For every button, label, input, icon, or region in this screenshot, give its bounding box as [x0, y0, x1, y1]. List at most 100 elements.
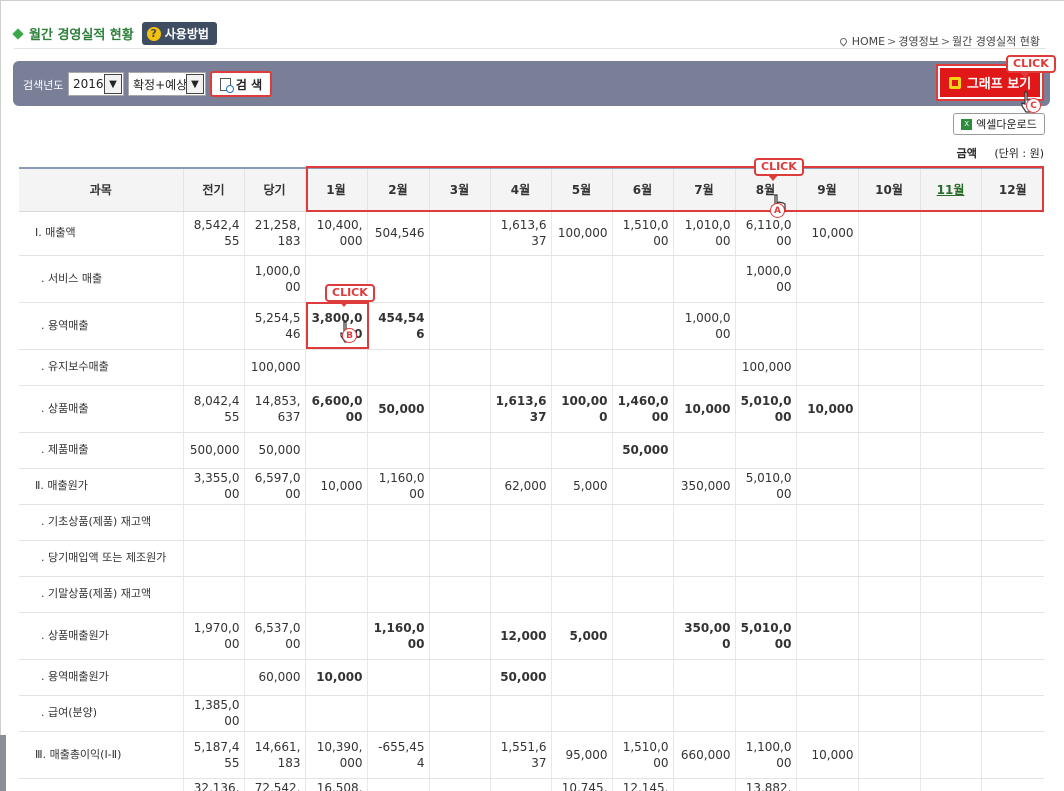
- table-cell[interactable]: 1,510,000: [611, 211, 673, 256]
- table-cell[interactable]: 16,508,66: [304, 778, 367, 791]
- table-cell[interactable]: [795, 349, 858, 386]
- table-cell[interactable]: [857, 302, 920, 350]
- table-cell[interactable]: [366, 349, 429, 386]
- table-cell[interactable]: [919, 468, 981, 505]
- table-cell[interactable]: 50,000: [611, 432, 673, 469]
- table-cell[interactable]: [795, 468, 858, 505]
- table-cell[interactable]: [919, 432, 981, 469]
- table-cell[interactable]: [672, 576, 735, 613]
- table-cell[interactable]: [550, 695, 612, 732]
- table-cell[interactable]: [919, 731, 981, 779]
- table-cell[interactable]: [734, 540, 796, 577]
- table-cell[interactable]: [304, 612, 367, 660]
- table-cell[interactable]: [428, 778, 490, 791]
- table-cell[interactable]: 10,745,11: [550, 778, 612, 791]
- table-cell[interactable]: [489, 302, 551, 350]
- table-cell[interactable]: 1,010,000: [672, 211, 735, 256]
- table-cell[interactable]: 350,000: [672, 468, 735, 505]
- table-cell[interactable]: [428, 302, 490, 350]
- table-cell[interactable]: [857, 612, 920, 660]
- table-cell[interactable]: [550, 504, 612, 541]
- table-cell[interactable]: [304, 432, 367, 469]
- table-cell[interactable]: [857, 695, 920, 732]
- header-month-11[interactable]: 11월: [919, 167, 981, 212]
- table-cell[interactable]: [672, 540, 735, 577]
- table-cell[interactable]: 3,800,000: [304, 302, 367, 350]
- table-cell[interactable]: 1,510,000: [611, 731, 673, 779]
- table-cell[interactable]: [857, 778, 920, 791]
- breadcrumb-section[interactable]: 경영정보: [898, 33, 938, 49]
- table-cell[interactable]: [795, 504, 858, 541]
- table-cell[interactable]: [919, 612, 981, 660]
- table-cell[interactable]: [428, 540, 490, 577]
- table-cell[interactable]: [304, 349, 367, 386]
- table-cell[interactable]: [795, 255, 858, 303]
- table-cell[interactable]: [857, 211, 920, 256]
- table-cell[interactable]: 100,000: [734, 349, 796, 386]
- table-cell[interactable]: [611, 540, 673, 577]
- table-cell[interactable]: 5,010,000: [734, 385, 796, 433]
- table-cell[interactable]: [428, 504, 490, 541]
- table-cell[interactable]: [428, 659, 490, 696]
- table-cell[interactable]: [550, 576, 612, 613]
- table-cell[interactable]: [795, 576, 858, 613]
- table-cell[interactable]: 100,000: [550, 211, 612, 256]
- table-cell[interactable]: [919, 211, 981, 256]
- table-cell[interactable]: [795, 302, 858, 350]
- table-cell[interactable]: 5,000: [550, 612, 612, 660]
- table-cell[interactable]: [428, 576, 490, 613]
- table-cell[interactable]: [611, 468, 673, 505]
- table-cell[interactable]: [980, 349, 1044, 386]
- table-cell[interactable]: [857, 432, 920, 469]
- table-cell[interactable]: [795, 612, 858, 660]
- table-cell[interactable]: [428, 211, 490, 256]
- table-cell[interactable]: 1,613,637: [489, 211, 551, 256]
- table-cell[interactable]: [919, 540, 981, 577]
- table-cell[interactable]: 12,000: [489, 612, 551, 660]
- table-cell[interactable]: [304, 540, 367, 577]
- table-cell[interactable]: [857, 349, 920, 386]
- header-month-1[interactable]: 1월: [304, 167, 367, 212]
- table-cell[interactable]: [734, 432, 796, 469]
- table-cell[interactable]: [428, 349, 490, 386]
- header-month-4[interactable]: 4월: [489, 167, 551, 212]
- table-cell[interactable]: 10,390,000: [304, 731, 367, 779]
- table-cell[interactable]: [980, 504, 1044, 541]
- table-cell[interactable]: [366, 255, 429, 303]
- table-cell[interactable]: [919, 576, 981, 613]
- table-cell[interactable]: [428, 731, 490, 779]
- table-cell[interactable]: [304, 695, 367, 732]
- table-cell[interactable]: [980, 385, 1044, 433]
- table-cell[interactable]: [980, 302, 1044, 350]
- table-cell[interactable]: [795, 540, 858, 577]
- table-cell[interactable]: [672, 659, 735, 696]
- table-cell[interactable]: 1,160,000: [366, 612, 429, 660]
- table-cell[interactable]: [366, 695, 429, 732]
- header-month-10[interactable]: 10월: [857, 167, 920, 212]
- table-cell[interactable]: [734, 659, 796, 696]
- excel-download-button[interactable]: X 엑셀다운로드: [953, 113, 1045, 135]
- table-cell[interactable]: [857, 385, 920, 433]
- table-cell[interactable]: [980, 695, 1044, 732]
- table-cell[interactable]: [857, 468, 920, 505]
- table-cell[interactable]: 1,460,000: [611, 385, 673, 433]
- table-cell[interactable]: [366, 659, 429, 696]
- table-cell[interactable]: 1,000,000: [672, 302, 735, 350]
- table-cell[interactable]: [489, 540, 551, 577]
- table-cell[interactable]: [366, 504, 429, 541]
- table-cell[interactable]: 504,546: [366, 211, 429, 256]
- table-cell[interactable]: [857, 576, 920, 613]
- table-cell[interactable]: [734, 504, 796, 541]
- month-11-link[interactable]: 11월: [937, 183, 965, 197]
- table-cell[interactable]: [980, 432, 1044, 469]
- table-cell[interactable]: 10,000: [304, 659, 367, 696]
- header-month-2[interactable]: 2월: [366, 167, 429, 212]
- table-cell[interactable]: [428, 695, 490, 732]
- year-select[interactable]: 2016 ▼: [68, 72, 124, 96]
- table-cell[interactable]: 6,110,000: [734, 211, 796, 256]
- table-cell[interactable]: [366, 576, 429, 613]
- table-cell[interactable]: [366, 778, 429, 791]
- howto-button[interactable]: ? 사용방법: [141, 22, 217, 45]
- table-cell[interactable]: [672, 504, 735, 541]
- table-cell[interactable]: [857, 659, 920, 696]
